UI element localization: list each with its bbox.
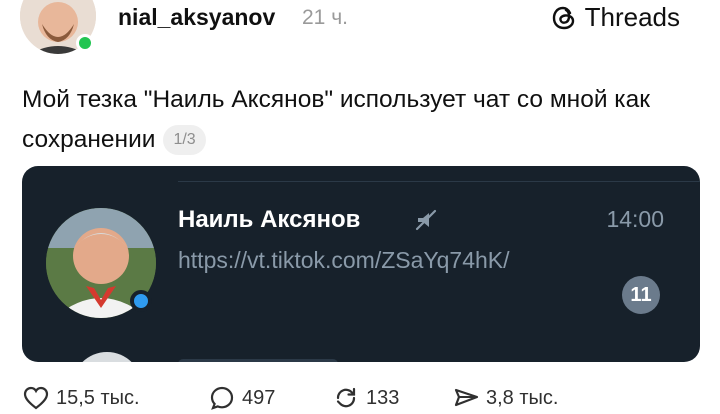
comment-count: 497	[242, 386, 276, 409]
chat-online-dot	[130, 290, 152, 312]
chat-last-message: https://vt.tiktok.com/ZSaYq74hK/	[178, 247, 510, 273]
divider	[178, 181, 700, 182]
unread-badge: 11	[622, 276, 660, 314]
online-status-dot	[76, 34, 94, 52]
chat-contact-name: Наиль Аксянов	[178, 206, 361, 233]
repost-icon	[336, 387, 356, 408]
post-time: 21 ч.	[302, 6, 348, 29]
threads-brand[interactable]: Threads	[549, 2, 680, 33]
chat-time: 14:00	[606, 206, 664, 232]
mute-icon	[415, 209, 437, 231]
share-count: 3,8 тыс.	[486, 386, 559, 409]
send-icon	[454, 388, 479, 407]
post-actions: 15,5 тыс. 497 133 3,8 тыс.	[22, 384, 702, 414]
repost-button[interactable]: 133	[332, 384, 399, 412]
page-indicator: 1/3	[163, 125, 206, 155]
like-button[interactable]: 15,5 тыс.	[22, 384, 140, 412]
repost-count: 133	[366, 386, 400, 409]
threads-logo-icon	[552, 6, 574, 29]
post-text-content: Мой тезка "Наиль Аксянов" использует чат…	[22, 86, 650, 153]
heart-icon	[23, 386, 49, 410]
comment-icon	[210, 386, 234, 410]
threads-label: Threads	[584, 2, 680, 32]
comment-button[interactable]: 497	[208, 384, 275, 412]
like-count: 15,5 тыс.	[56, 386, 140, 409]
post-text: Мой тезка "Наиль Аксянов" использует чат…	[22, 80, 712, 160]
next-chat-avatar	[72, 352, 142, 362]
next-chat-preview	[178, 359, 338, 362]
author-username[interactable]: nial_aksyanov	[118, 4, 275, 31]
share-button[interactable]: 3,8 тыс.	[452, 384, 558, 412]
attached-screenshot[interactable]: Наиль Аксянов 14:00 https://vt.tiktok.co…	[22, 166, 700, 362]
